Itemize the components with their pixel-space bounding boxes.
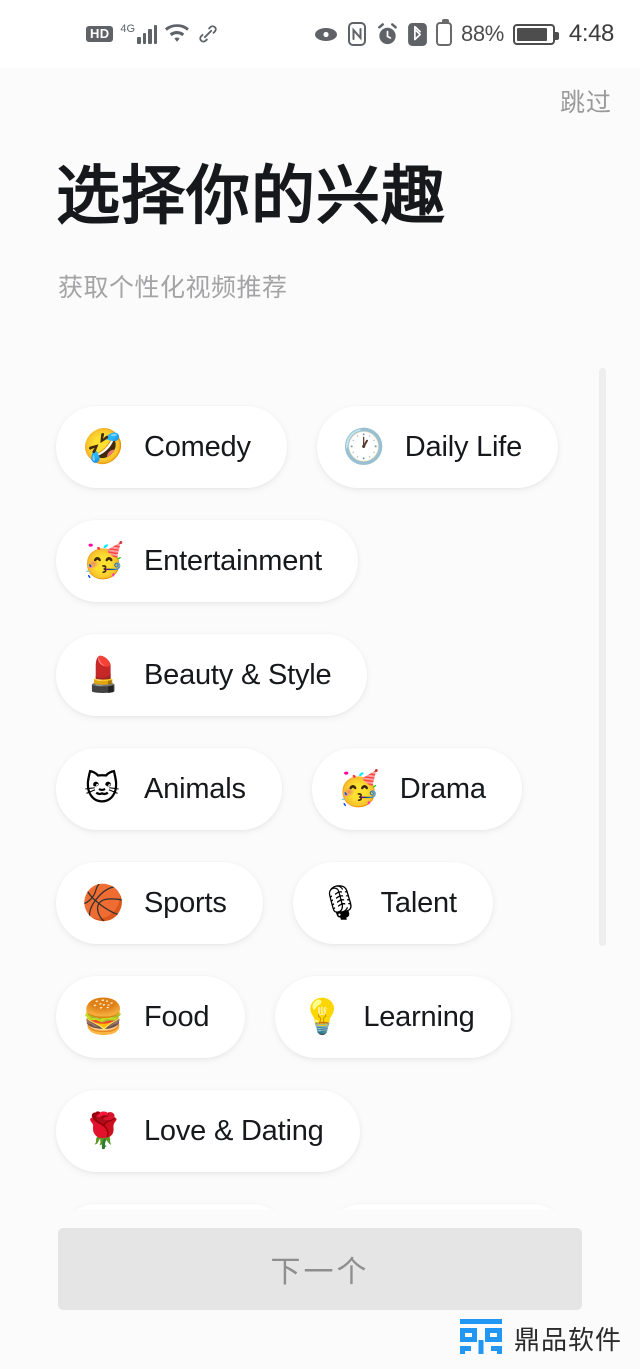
page-title: 选择你的兴趣: [56, 160, 446, 232]
interest-chip[interactable]: 💄 Beauty & Style: [56, 634, 368, 716]
cellular-signal-icon: 4G: [120, 23, 158, 44]
cat-face-emoji: 🐱: [84, 769, 120, 809]
light-bulb-emoji: 💡: [301, 997, 344, 1037]
interest-chip-label: Daily Life: [404, 430, 523, 463]
studio-microphone-emoji: 🎙: [318, 883, 362, 923]
hd-icon: HD: [86, 26, 114, 42]
rolling-on-floor-laughing-emoji: 🤣: [82, 427, 125, 467]
interest-list-scroll-area[interactable]: 🤣 Comedy 🕐 Daily Life 🥳 Entertainment 💄 Beauty …: [0, 360, 640, 1210]
interest-chip-label: Talent: [380, 886, 457, 919]
partying-face-emoji: 🥳: [337, 769, 381, 809]
interest-chip-list: 🤣 Comedy 🕐 Daily Life 🥳 Entertainment 💄 Beauty …: [0, 360, 640, 1210]
hamburger-emoji: 🍔: [82, 997, 125, 1037]
interest-chip-label: Food: [144, 1000, 210, 1033]
interest-chip[interactable]: 🌹 Love & Dating: [56, 1090, 360, 1172]
interest-chip[interactable]: 🐱 Animals: [56, 748, 282, 830]
status-bar-left: HD 4G: [86, 23, 219, 45]
next-button[interactable]: 下一个: [58, 1228, 582, 1310]
battery-percent-label: 88%: [461, 21, 504, 46]
skip-button[interactable]: 跳过: [560, 83, 612, 119]
dingpin-logo-icon: [458, 1316, 504, 1361]
interest-chip-label: Sports: [144, 886, 227, 919]
interest-chip[interactable]: 🎙 Talent: [292, 862, 493, 944]
interest-chip[interactable]: 🥳 Entertainment: [56, 520, 358, 602]
interest-chip-label: Comedy: [144, 430, 251, 463]
interest-chip[interactable]: 🍔 Food: [56, 976, 246, 1058]
battery-icon: [512, 23, 559, 45]
interest-chip-partial[interactable]: [322, 1204, 572, 1210]
eye-icon: [314, 26, 338, 43]
interest-chip-label: Entertainment: [144, 544, 322, 577]
footer-bar: 下一个: [0, 1228, 640, 1310]
bluetooth-icon: [408, 22, 427, 46]
interest-chip-label: Love & Dating: [144, 1114, 324, 1147]
status-bar-right: 88% 4:48: [314, 19, 615, 48]
status-bar: HD 4G 88% 4:48: [0, 0, 640, 68]
phone-screen: HD 4G 88% 4:48 跳过 选择你的兴趣 获取个性化视频推荐 🤣 Com…: [0, 0, 640, 1369]
partying-face-emoji: 🥳: [82, 541, 125, 581]
alarm-icon: [376, 22, 399, 46]
vertical-scrollbar[interactable]: [599, 368, 606, 946]
interest-chip-label: Drama: [399, 772, 486, 805]
signal-bars-icon: [137, 24, 158, 44]
page-subtitle: 获取个性化视频推荐: [58, 274, 288, 302]
clock-emoji: 🕐: [342, 427, 386, 467]
interest-chip[interactable]: 💡 Learning: [275, 976, 511, 1058]
clock-label: 4:48: [568, 20, 615, 47]
watermark: 鼎品软件: [458, 1316, 622, 1361]
wifi-icon: [164, 24, 190, 44]
basketball-emoji: 🏀: [82, 883, 125, 923]
watermark-label: 鼎品软件: [513, 1325, 622, 1355]
nfc-icon: [347, 22, 367, 46]
interest-chip-partial[interactable]: [56, 1204, 292, 1210]
interest-chip[interactable]: 🏀 Sports: [56, 862, 263, 944]
interest-chip-label: Animals: [144, 772, 246, 805]
interest-chip-label: Beauty & Style: [144, 658, 332, 691]
interest-chip-label: Learning: [363, 1000, 475, 1033]
secondary-battery-icon: [436, 19, 453, 46]
interest-chip[interactable]: 🤣 Comedy: [56, 406, 287, 488]
lipstick-emoji: 💄: [82, 655, 125, 695]
rose-emoji: 🌹: [82, 1111, 125, 1151]
interest-chip[interactable]: 🕐 Daily Life: [316, 406, 559, 488]
link-icon: [197, 23, 219, 45]
interest-chip[interactable]: 🥳 Drama: [311, 748, 522, 830]
network-type-label: 4G: [120, 23, 136, 35]
